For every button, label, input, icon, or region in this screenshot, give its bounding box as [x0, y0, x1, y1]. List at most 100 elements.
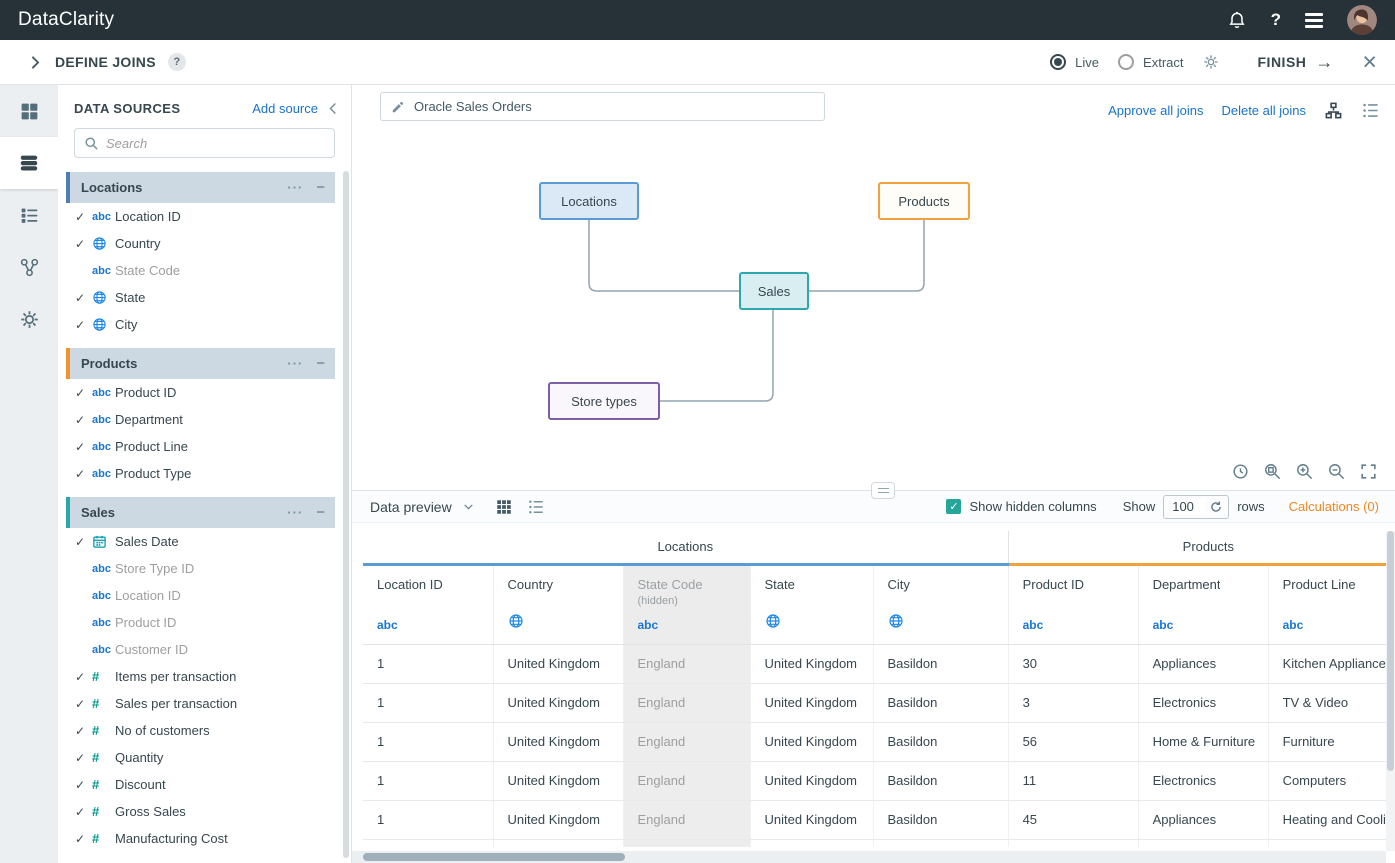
collapse-group-icon[interactable]: −	[316, 355, 325, 372]
globe-icon	[92, 236, 115, 251]
collapse-group-icon[interactable]: −	[316, 179, 325, 196]
join-canvas[interactable]: Locations Products Sales Store types Approv…	[352, 85, 1395, 490]
source-group-locations: Locations···−✓abcLocation ID✓CountryabcS…	[66, 172, 335, 338]
field-item-city[interactable]: ✓City	[66, 311, 335, 338]
more-options-icon[interactable]: ···	[287, 505, 303, 520]
field-item-product-line[interactable]: ✓abcProduct Line	[66, 433, 335, 460]
data-preview-title[interactable]: Data preview	[370, 499, 452, 515]
field-item-no-of-customers[interactable]: ✓#No of customers	[66, 717, 335, 744]
list-view-icon[interactable]	[1361, 101, 1380, 120]
expand-panel-icon[interactable]	[26, 54, 43, 71]
approve-all-joins-link[interactable]: Approve all joins	[1108, 103, 1203, 118]
source-name-input[interactable]	[414, 99, 814, 114]
column-header-department[interactable]: Departmentabc	[1138, 564, 1268, 644]
collapse-panel-icon[interactable]	[326, 101, 341, 116]
horizontal-scrollbar-thumb[interactable]	[363, 853, 625, 861]
rail-pipeline-icon[interactable]	[0, 241, 58, 293]
panel-resize-handle[interactable]	[871, 482, 895, 499]
hash-icon: #	[92, 804, 115, 819]
field-item-sales-per-transaction[interactable]: ✓#Sales per transaction	[66, 690, 335, 717]
zoom-in-icon[interactable]	[1295, 462, 1314, 481]
rows-count-input[interactable]	[1172, 499, 1206, 514]
extract-radio[interactable]	[1118, 54, 1134, 70]
menu-icon[interactable]	[1305, 13, 1323, 28]
extract-settings-icon[interactable]	[1203, 54, 1219, 70]
collapse-group-icon[interactable]: −	[316, 504, 325, 521]
grid-view-icon[interactable]	[495, 498, 513, 516]
live-radio[interactable]	[1050, 54, 1066, 70]
table-cell: United Kingdom	[493, 722, 623, 761]
more-options-icon[interactable]: ···	[287, 356, 303, 371]
table-cell: Appliances	[1138, 800, 1268, 839]
field-item-items-per-transaction[interactable]: ✓#Items per transaction	[66, 663, 335, 690]
column-header-state-code[interactable]: State Code(hidden)abc	[623, 564, 750, 644]
calculations-link[interactable]: Calculations (0)	[1289, 499, 1379, 514]
diagram-view-icon[interactable]	[1324, 101, 1343, 120]
search-input[interactable]	[106, 136, 325, 151]
column-header-product-id[interactable]: Product IDabc	[1008, 564, 1138, 644]
refresh-icon[interactable]	[1209, 500, 1223, 514]
more-options-icon[interactable]: ···	[287, 180, 303, 195]
field-item-discount[interactable]: ✓#Discount	[66, 771, 335, 798]
zoom-out-icon[interactable]	[1327, 462, 1346, 481]
field-item-location-id[interactable]: ✓abcLocation ID	[66, 203, 335, 230]
zoom-fit-icon[interactable]	[1263, 462, 1282, 481]
close-icon[interactable]: ×	[1362, 50, 1377, 75]
fullscreen-icon[interactable]	[1359, 462, 1378, 481]
field-item-store-type-id[interactable]: abcStore Type ID	[66, 555, 335, 582]
column-header-state[interactable]: State	[750, 564, 873, 644]
help-icon[interactable]: ?	[1271, 10, 1281, 30]
show-hidden-checkbox[interactable]: ✓	[946, 499, 961, 514]
rail-settings-icon[interactable]	[0, 293, 58, 345]
column-header-product-line[interactable]: Product Lineabc	[1268, 564, 1386, 644]
rail-data-models-icon[interactable]	[0, 189, 58, 241]
help-badge[interactable]: ?	[168, 53, 186, 71]
group-header-locations[interactable]: Locations···−	[66, 172, 335, 203]
sidebar-scrollbar[interactable]	[343, 171, 349, 858]
field-item-gross-sales[interactable]: ✓#Gross Sales	[66, 798, 335, 825]
rail-data-sources-icon[interactable]	[0, 137, 58, 189]
field-item-country[interactable]: ✓Country	[66, 230, 335, 257]
field-item-state[interactable]: ✓State	[66, 284, 335, 311]
field-item-department[interactable]: ✓abcDepartment	[66, 406, 335, 433]
reset-zoom-icon[interactable]	[1231, 462, 1250, 481]
field-item-product-type[interactable]: ✓abcProduct Type	[66, 460, 335, 487]
column-header-country[interactable]: Country	[493, 564, 623, 644]
vertical-scrollbar[interactable]	[1386, 531, 1395, 851]
table-node-sales[interactable]: Sales	[739, 272, 809, 310]
field-item-product-id[interactable]: ✓abcProduct ID	[66, 379, 335, 406]
table-node-store-types[interactable]: Store types	[548, 382, 660, 420]
field-item-customer-id[interactable]: abcCustomer ID	[66, 636, 335, 663]
field-item-sales-date[interactable]: ✓Sales Date	[66, 528, 335, 555]
preview-table-wrap: LocationsProducts Location IDabcCountryS…	[363, 531, 1386, 847]
field-item-product-id[interactable]: abcProduct ID	[66, 609, 335, 636]
table-cell: England	[623, 761, 750, 800]
group-header-products[interactable]: Products···−	[66, 348, 335, 379]
finish-button[interactable]: FINISH	[1258, 54, 1307, 70]
join-connectors	[352, 85, 1395, 490]
live-radio-label[interactable]: Live	[1075, 55, 1099, 70]
delete-all-joins-link[interactable]: Delete all joins	[1221, 103, 1306, 118]
field-item-location-id[interactable]: abcLocation ID	[66, 582, 335, 609]
vertical-scrollbar-thumb[interactable]	[1387, 531, 1394, 771]
show-hidden-label[interactable]: Show hidden columns	[969, 499, 1096, 514]
group-header-sales[interactable]: Sales···−	[66, 497, 335, 528]
avatar[interactable]	[1347, 5, 1377, 35]
table-node-products[interactable]: Products	[878, 182, 970, 220]
chevron-down-icon[interactable]	[462, 500, 475, 513]
rail-dashboards-icon[interactable]	[0, 85, 58, 137]
horizontal-scrollbar[interactable]	[352, 851, 1386, 863]
record-view-icon[interactable]	[527, 498, 545, 516]
field-item-state-code[interactable]: abcState Code	[66, 257, 335, 284]
arrow-right-icon[interactable]: →	[1315, 52, 1333, 73]
extract-radio-label[interactable]: Extract	[1143, 55, 1183, 70]
column-header-location-id[interactable]: Location IDabc	[363, 564, 493, 644]
abc-icon: abc	[638, 618, 661, 632]
field-item-quantity[interactable]: ✓#Quantity	[66, 744, 335, 771]
panel-title: DATA SOURCES	[74, 101, 180, 116]
table-node-locations[interactable]: Locations	[539, 182, 639, 220]
field-item-manufacturing-cost[interactable]: ✓#Manufacturing Cost	[66, 825, 335, 852]
add-source-link[interactable]: Add source	[252, 101, 318, 116]
notifications-icon[interactable]	[1227, 10, 1247, 30]
column-header-city[interactable]: City	[873, 564, 1008, 644]
